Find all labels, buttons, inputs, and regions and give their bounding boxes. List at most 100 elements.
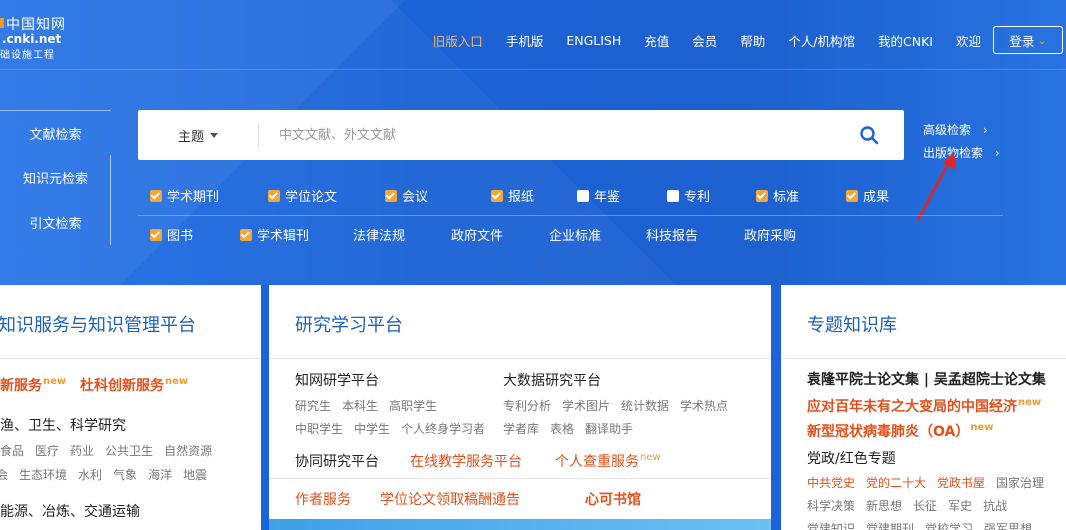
- filter-label: 成果: [863, 190, 890, 205]
- filter-patent[interactable]: 专利: [667, 186, 756, 205]
- thesis-royalty-link[interactable]: 学位论文领取稿酬通告: [380, 489, 520, 509]
- academician-collections-link[interactable]: 袁隆平院士论文集 | 吴孟超院士论文集: [807, 369, 1046, 389]
- filter-label: 会议: [402, 190, 429, 205]
- nav-old-version[interactable]: 旧版入口: [433, 31, 483, 50]
- bigdata-link[interactable]: 学术图片: [562, 399, 610, 413]
- cnki-study-platform-link[interactable]: 知网研学平台: [295, 370, 379, 390]
- filter-standard[interactable]: 标准: [756, 186, 846, 205]
- nav-mobile[interactable]: 手机版: [506, 31, 544, 50]
- audience-links: 中职学生 中学生 个人终身学习者: [295, 420, 496, 437]
- checkbox-checked-icon: [491, 189, 503, 202]
- topic-link[interactable]: 军史: [948, 499, 972, 513]
- login-button[interactable]: 登录 ⌄: [993, 26, 1063, 54]
- filter-book[interactable]: 图书: [150, 225, 240, 244]
- section-heading[interactable]: 能源、冶炼、交通运输: [0, 501, 140, 521]
- logo-mark: [0, 18, 4, 28]
- sector-link[interactable]: 海洋: [148, 468, 172, 482]
- topic-link[interactable]: 抗战: [983, 499, 1007, 513]
- tab-literature-search[interactable]: 文献检索: [0, 110, 111, 155]
- inner-divider: [269, 478, 771, 479]
- tab-citation-search[interactable]: 引文检索: [0, 200, 111, 245]
- filter-laws[interactable]: 法律法规: [353, 225, 451, 244]
- filter-yearbook[interactable]: 年鉴: [577, 186, 667, 205]
- new-service-link[interactable]: 新服务new: [0, 375, 66, 395]
- china-economy-link[interactable]: 应对百年未有之大变局的中国经济new: [807, 396, 1041, 416]
- nav-personal-institution[interactable]: 个人/机构馆: [788, 31, 855, 50]
- tab-knowledge-element-search[interactable]: 知识元检索: [0, 155, 111, 200]
- big-data-platform-link[interactable]: 大数据研究平台: [503, 370, 601, 390]
- audience-link[interactable]: 本科生: [342, 399, 378, 413]
- collab-research-link[interactable]: 协同研究平台: [295, 451, 379, 471]
- bigdata-link[interactable]: 学术热点: [680, 399, 728, 413]
- nav-member[interactable]: 会员: [692, 31, 717, 50]
- link-text: 新型冠状病毒肺炎（OA）: [807, 424, 970, 440]
- filter-achievement[interactable]: 成果: [846, 186, 889, 205]
- bigdata-link[interactable]: 统计数据: [621, 399, 669, 413]
- topic-link[interactable]: 党校学习: [925, 522, 973, 530]
- cnki-logo[interactable]: 中国知网 .cnki.net 础设施工程: [0, 12, 80, 62]
- search-button[interactable]: [834, 110, 904, 160]
- bigdata-link[interactable]: 专利分析: [503, 399, 551, 413]
- topic-link[interactable]: 党建知识: [807, 522, 855, 530]
- topic-link[interactable]: 中共党史: [807, 476, 855, 490]
- xinke-library-link[interactable]: 心可书馆: [585, 489, 641, 509]
- bigdata-link[interactable]: 学者库: [503, 422, 539, 436]
- section-heading[interactable]: 渔、卫生、科学研究: [0, 415, 126, 435]
- link-text: 新服务: [0, 378, 42, 394]
- nav-my-cnki[interactable]: 我的CNKI: [878, 31, 933, 50]
- promo-banner[interactable]: [269, 519, 771, 530]
- sector-link[interactable]: 气象: [113, 468, 137, 482]
- bigdata-link[interactable]: 翻译助手: [585, 422, 633, 436]
- filter-gov-docs[interactable]: 政府文件: [451, 225, 549, 244]
- personal-check-link[interactable]: 个人查重服务new: [555, 451, 661, 471]
- scope-select[interactable]: 主题: [138, 126, 258, 145]
- nav-recharge[interactable]: 充值: [644, 31, 669, 50]
- filter-journal[interactable]: 学术期刊: [150, 186, 268, 205]
- sector-link[interactable]: 医疗: [35, 444, 59, 458]
- sector-links: 食品 医疗 药业 公共卫生 自然资源: [0, 442, 223, 459]
- sector-link[interactable]: 地震: [183, 468, 207, 482]
- topic-link[interactable]: 党政书屋: [937, 476, 985, 490]
- nav-english[interactable]: ENGLISH: [566, 33, 621, 48]
- audience-link[interactable]: 个人终身学习者: [401, 422, 485, 436]
- audience-link[interactable]: 中职学生: [295, 422, 343, 436]
- filter-academic-series[interactable]: 学术辑刊: [240, 225, 353, 244]
- author-service-link[interactable]: 作者服务: [295, 489, 351, 509]
- sci-innovation-link[interactable]: 杜科创新服务new: [80, 375, 188, 395]
- sector-link[interactable]: 水利: [78, 468, 102, 482]
- filter-thesis[interactable]: 学位论文: [268, 186, 385, 205]
- sector-link[interactable]: 生态环境: [19, 468, 67, 482]
- checkbox-checked-icon: [846, 189, 858, 202]
- party-topic-heading[interactable]: 党政/红色专题: [807, 448, 896, 468]
- filter-enterprise-standard[interactable]: 企业标准: [549, 225, 646, 244]
- sector-link[interactable]: 药业: [70, 444, 94, 458]
- advanced-search-link[interactable]: 高级检索 ›: [923, 118, 1000, 141]
- covid-link[interactable]: 新型冠状病毒肺炎（OA）new: [807, 421, 994, 441]
- topic-link[interactable]: 新思想: [866, 499, 902, 513]
- search-input[interactable]: [259, 115, 834, 155]
- filter-gov-procurement[interactable]: 政府采购: [744, 225, 796, 244]
- topic-link[interactable]: 国家治理: [996, 476, 1044, 490]
- filter-label: 专利: [684, 190, 711, 205]
- bigdata-link[interactable]: 表格: [550, 422, 574, 436]
- topic-link[interactable]: 党建期刊: [866, 522, 914, 530]
- sector-link[interactable]: 会: [0, 468, 8, 482]
- sector-link[interactable]: 食品: [0, 444, 24, 458]
- audience-links: 研究生 本科生 高职学生: [295, 397, 448, 414]
- audience-link[interactable]: 高职学生: [389, 399, 437, 413]
- online-teaching-link[interactable]: 在线教学服务平台: [410, 451, 522, 471]
- sector-link[interactable]: 公共卫生: [105, 444, 153, 458]
- filter-conference[interactable]: 会议: [385, 186, 491, 205]
- filter-tech-report[interactable]: 科技报告: [646, 225, 744, 244]
- audience-link[interactable]: 研究生: [295, 399, 331, 413]
- audience-link[interactable]: 中学生: [354, 422, 390, 436]
- topic-link[interactable]: 长征: [913, 499, 937, 513]
- sector-link[interactable]: 自然资源: [164, 444, 212, 458]
- logo-cn: 中国知网: [6, 17, 66, 33]
- topic-link[interactable]: 强军思想: [984, 522, 1032, 530]
- nav-help[interactable]: 帮助: [740, 31, 765, 50]
- topic-link[interactable]: 党的二十大: [866, 476, 926, 490]
- filter-newspaper[interactable]: 报纸: [491, 186, 577, 205]
- topic-link[interactable]: 科学决策: [807, 499, 855, 513]
- checkbox-checked-icon: [150, 228, 162, 241]
